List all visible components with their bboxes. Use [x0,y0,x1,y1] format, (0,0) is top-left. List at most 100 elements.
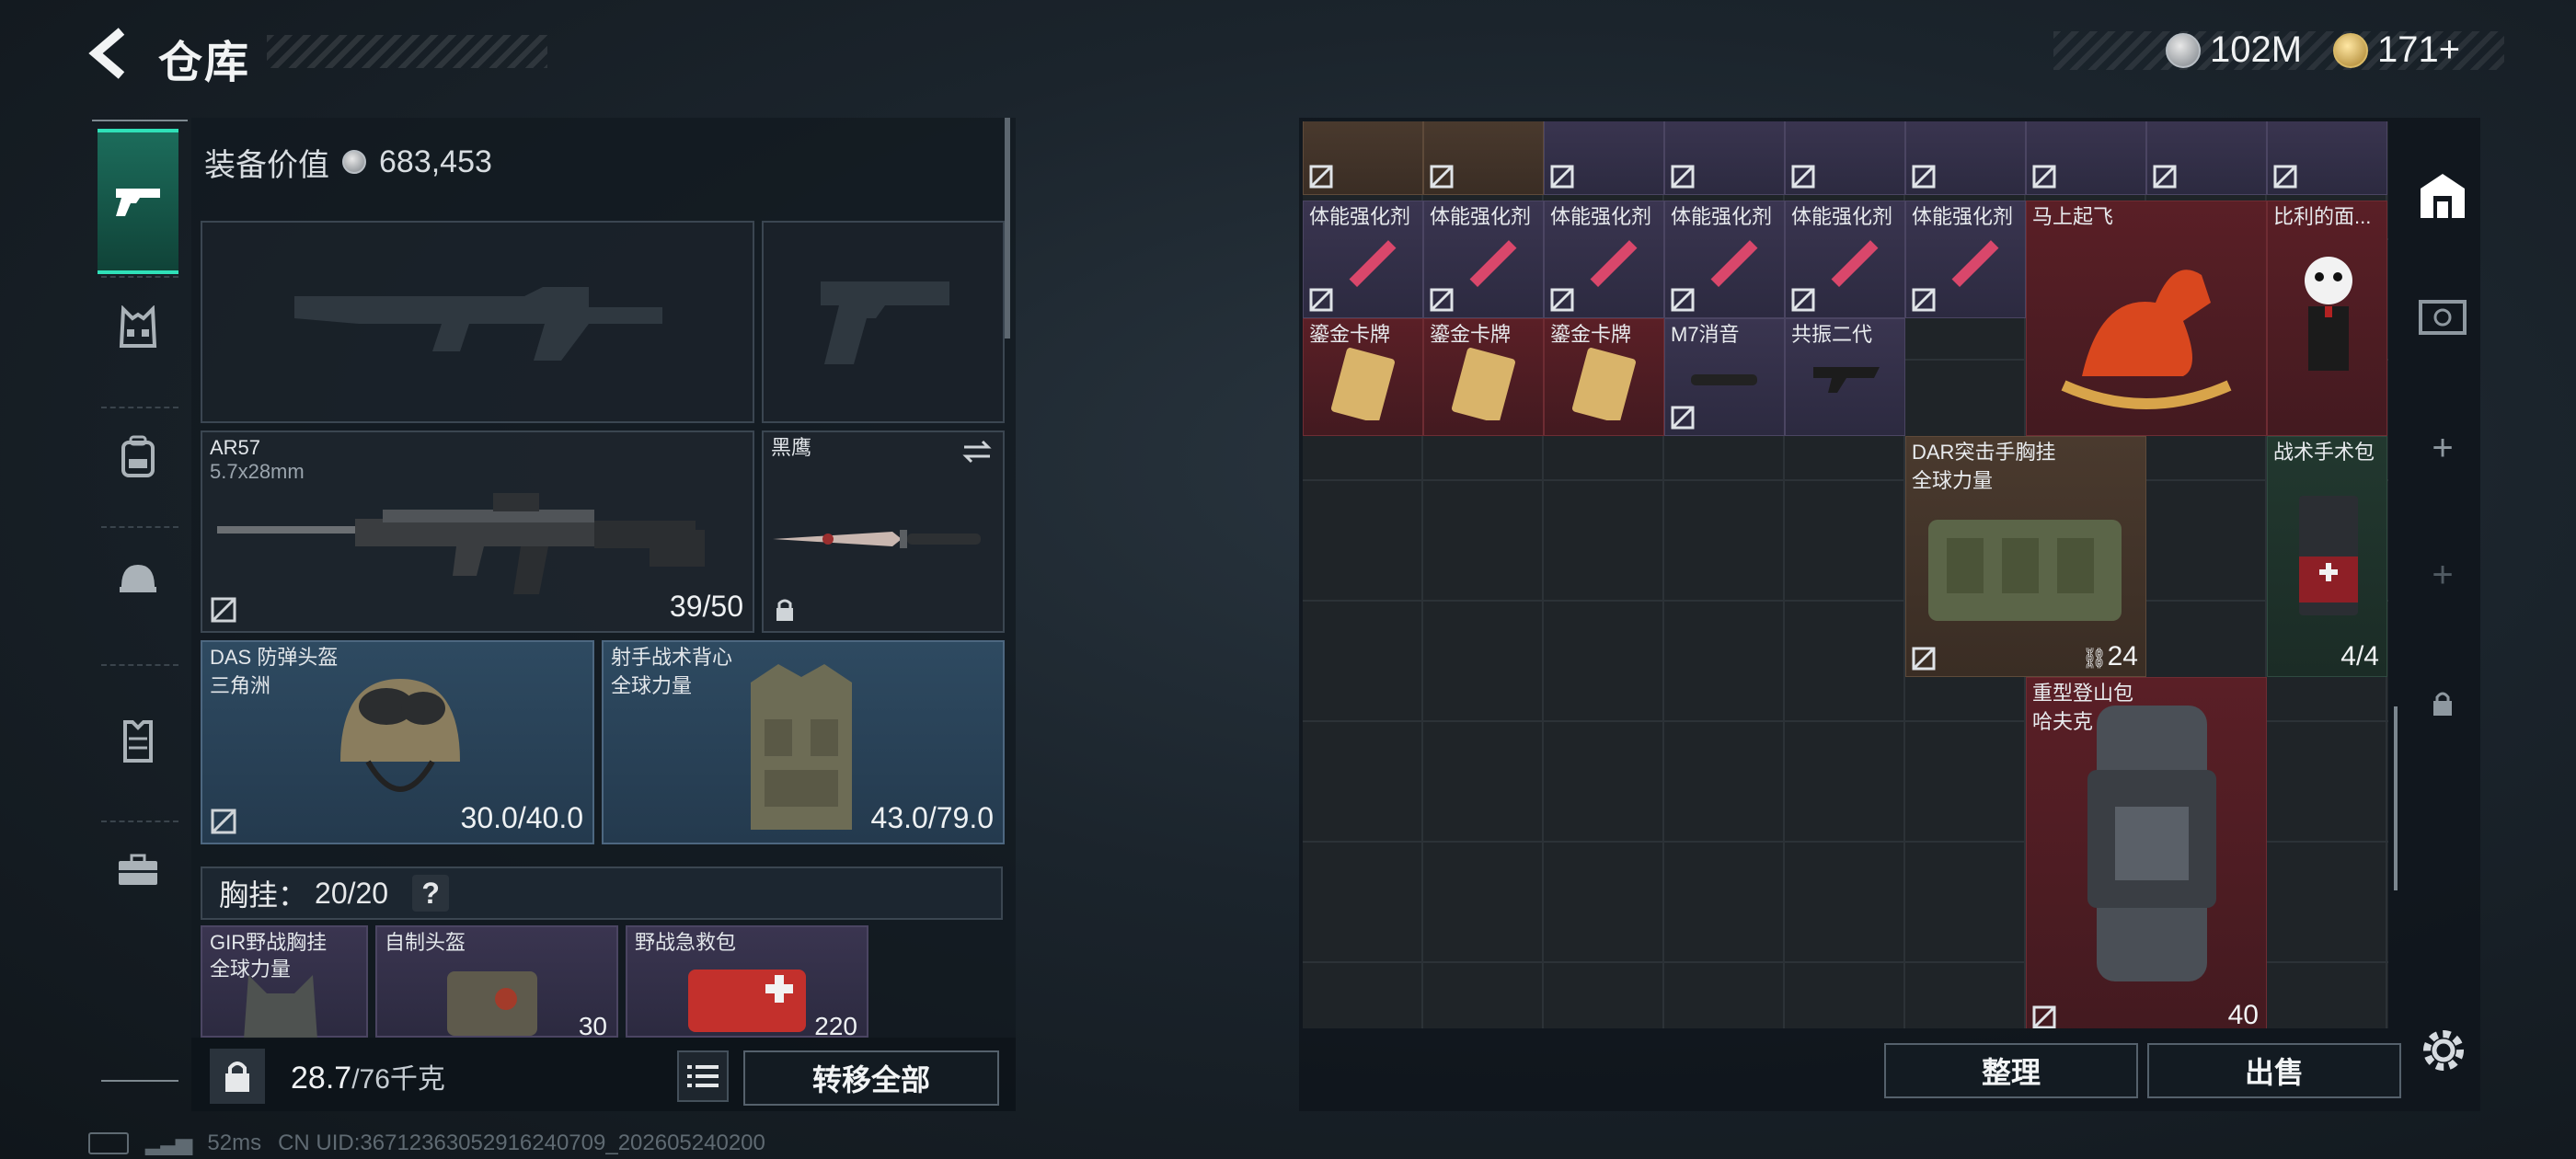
status-bar: ▂▃▅ 52ms CN UID:3671236305291624070​9_20… [88,1130,765,1156]
gear-icon [2423,1030,2464,1071]
equip-value-row: 装备价值 683,453 [204,136,995,188]
item-name: DAR突击手胸挂 [1912,441,2056,464]
lock-icon [225,1061,249,1092]
hiking-backpack-image [2087,706,2216,981]
rifle-silhouette-icon [294,287,662,361]
storage-item[interactable]: 体能强化剂 [1303,201,1423,318]
nav-toolbox[interactable] [98,830,178,911]
nav-divider [101,276,178,278]
swap-icon[interactable] [960,438,994,465]
storage-item[interactable] [2267,121,2387,195]
chest-item[interactable]: 自制头盔 30 [375,925,618,1040]
chest-item-name: 自制头盔 [385,931,466,954]
settings-button[interactable] [2416,1023,2471,1078]
nav-armor[interactable] [98,701,178,782]
currency-money[interactable]: 102M [2166,29,2302,71]
storage-item[interactable] [2026,121,2146,195]
storage-item[interactable]: 体能强化剂 [1544,201,1664,318]
help-button[interactable]: ? [412,875,450,912]
primary-weapon-durability: 39/50 [669,590,743,623]
storage-item-tall[interactable]: 战术手术包 4/4 [2267,436,2387,677]
item-name: 体能强化剂 [1309,205,1411,228]
storage-item[interactable]: 体能强化剂 [1664,201,1785,318]
storage-item[interactable] [1905,121,2026,195]
item-name: 鎏金卡牌 [1550,323,1632,346]
storage-item[interactable]: 鎏金卡牌 [1423,318,1544,436]
storage-scrollbar[interactable] [2394,706,2398,890]
no-insure-icon [1912,288,1936,312]
storage-item[interactable] [1303,121,1423,195]
storage-home-tab[interactable] [2407,162,2478,226]
no-insure-icon [2273,165,2297,189]
storage-item[interactable]: 鎏金卡牌 [1303,318,1423,436]
equip-value-label: 装备价值 [204,147,329,183]
storage-item[interactable]: 体能强化剂 [1423,201,1544,318]
nav-weapons[interactable] [98,129,178,274]
nav-backpack[interactable] [98,416,178,497]
tidy-button[interactable]: 整理 [1884,1043,2138,1098]
title-stripe-decoration [267,35,547,68]
weight-lock-button[interactable] [210,1049,265,1104]
currency-gold[interactable]: 171+ [2333,29,2460,71]
chest-rig-image [1928,520,2122,621]
storage-item[interactable]: 共振二代 [1785,318,1905,436]
storage-item[interactable] [1544,121,1664,195]
puppet-figure-image [2305,257,2352,371]
storage-item-large[interactable]: 马上起飞 [2026,201,2267,436]
helmet-brand: 三角洲 [210,674,271,697]
primary-weapon-slot-empty[interactable] [201,221,754,423]
secondary-weapon-slot-empty[interactable] [762,221,1005,423]
nav-chest-rig[interactable] [98,287,178,368]
nav-helmet[interactable] [98,539,178,620]
storage-item-large[interactable]: 重型登山包 哈夫克 40 [2026,677,2267,1028]
storage-item[interactable]: 体能强化剂 [1905,201,2026,318]
no-insure-icon [1912,165,1936,189]
storage-item[interactable]: 鎏金卡牌 [1544,318,1664,436]
chest-item-name: 野战急救包 [635,931,737,954]
syringe-image [1590,240,1638,288]
warehouse-icon [2421,174,2465,218]
chevron-left-icon [88,28,125,79]
gold-coin-icon [2333,32,2368,68]
homemade-helmet-image [447,971,537,1036]
transfer-all-button[interactable]: 转移全部 [743,1050,999,1106]
primary-weapon-slot[interactable]: AR57 5.7x28mm 39/50 [201,430,754,633]
back-button[interactable] [85,24,140,83]
currency-money-value: 102M [2210,29,2303,70]
add-page-icon[interactable]: + [2407,416,2478,480]
storage-item[interactable]: 体能强化剂 [1785,201,1905,318]
chest-item-name: GIR野战胸挂 [210,931,328,954]
helmet-slot[interactable]: DAS 防弹头盔 三角洲 30.0/40.0 [201,640,594,844]
armor-slot[interactable]: 射手战术背心 全球力量 43.0/79.0 [602,640,1005,844]
loadout-footer: 28.7/76千克 转移全部 [191,1038,1016,1111]
no-insure-icon [1430,165,1454,189]
storage-page-nav: + + [2407,138,2478,782]
chest-item[interactable]: 野战急救包 220 [626,925,868,1040]
item-name: 战术手术包 [2273,441,2375,464]
storage-item[interactable] [1423,121,1544,195]
pistol-silhouette-icon [821,281,949,364]
gold-card-image [1331,348,1395,420]
nav-divider [101,664,178,666]
storage-item-large[interactable]: DAR突击手胸挂 全球力量 ⛓24 [1905,436,2146,677]
loadout-scrollbar[interactable] [1005,118,1010,339]
sell-button[interactable]: 出售 [2147,1043,2401,1098]
storage-item[interactable] [1664,121,1785,195]
item-capacity: ⛓24 [2082,641,2138,672]
storage-page-tab[interactable] [2407,285,2478,350]
list-view-button[interactable] [677,1050,729,1102]
storage-item[interactable] [2146,121,2267,195]
armor-durability: 43.0/79.0 [870,801,994,834]
storage-item[interactable]: M7消音 [1664,318,1785,436]
list-icon [687,1065,719,1087]
nav-divider [101,820,178,822]
chest-item[interactable]: GIR野战胸挂 全球力量 [201,925,368,1039]
nav-divider [101,407,178,408]
bloody-knife-image [773,530,981,548]
chest-rig-image [244,975,317,1039]
storage-item[interactable] [1785,121,1905,195]
storage-item-tall[interactable]: 比利的面... [2267,201,2387,436]
armor-vest-icon [123,720,153,763]
locked-page-tab[interactable] [2407,671,2478,736]
melee-slot[interactable]: 黑鹰 [762,430,1005,633]
